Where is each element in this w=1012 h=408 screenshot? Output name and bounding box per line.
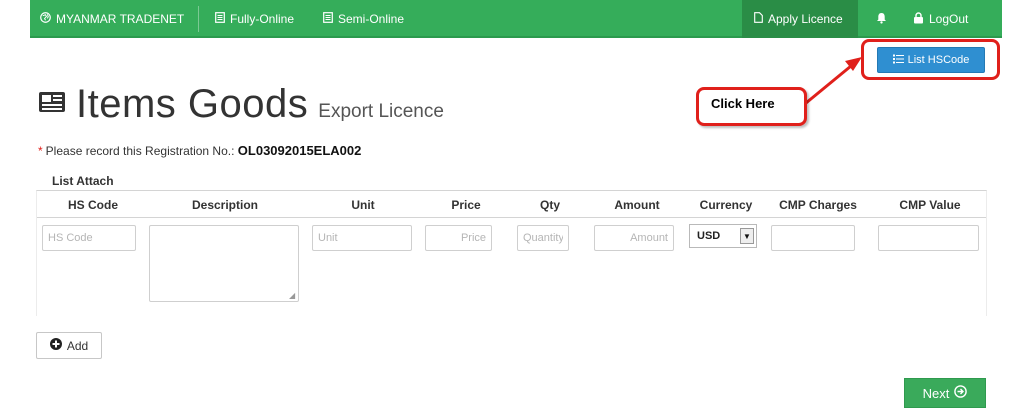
nav-divider — [198, 6, 199, 32]
file-icon — [754, 12, 763, 26]
doc-icon — [215, 12, 225, 26]
click-here-callout: Click Here — [696, 87, 807, 126]
registration-number: OL03092015ELA002 — [237, 143, 362, 158]
hs-code-input[interactable] — [42, 225, 136, 251]
col-header-cmp-value: CMP Value — [899, 198, 961, 212]
nav-semi-online-label: Semi-Online — [338, 12, 405, 26]
description-textarea[interactable] — [149, 225, 299, 302]
lock-icon — [913, 11, 924, 27]
page-heading: Items Goods Export Licence — [38, 82, 444, 127]
arrow-circle-right-icon — [954, 385, 968, 401]
registration-note: * Please record this Registration No.: OL… — [38, 143, 361, 158]
newspaper-icon — [38, 91, 66, 113]
bell-button[interactable] — [876, 0, 887, 38]
add-label: Add — [66, 338, 89, 353]
header-divider — [37, 217, 986, 218]
cmp-charges-input[interactable] — [771, 225, 855, 251]
col-header-hs-code: HS Code — [67, 198, 119, 212]
nav-fully-online[interactable]: Fully-Online — [215, 0, 294, 38]
plus-circle-icon — [49, 338, 62, 353]
qty-input[interactable] — [517, 225, 569, 251]
bell-icon — [876, 12, 887, 27]
nav-apply-licence-label: Apply Licence — [768, 12, 843, 26]
unit-input[interactable] — [312, 225, 412, 251]
cmp-value-input[interactable] — [878, 225, 979, 251]
nav-brand-label: MYANMAR TRADENET — [56, 12, 185, 26]
globe-icon — [40, 12, 51, 26]
top-navbar: MYANMAR TRADENET Fully-Online Semi-Onlin… — [30, 0, 1002, 38]
required-star: * — [38, 144, 43, 158]
currency-select[interactable]: USD ▼ — [689, 224, 757, 248]
col-header-price: Price — [451, 198, 481, 212]
col-header-amount: Amount — [614, 198, 660, 212]
nav-apply-licence[interactable]: Apply Licence — [742, 0, 858, 38]
highlight-box — [861, 39, 1000, 80]
col-header-qty: Qty — [539, 198, 561, 212]
col-header-cmp-charges: CMP Charges — [779, 198, 857, 212]
table-caption: List Attach — [52, 174, 114, 188]
price-input[interactable] — [425, 225, 492, 251]
nav-logout[interactable]: LogOut — [913, 0, 968, 38]
col-header-description: Description — [191, 198, 259, 212]
callout-text: Click Here — [711, 96, 775, 111]
col-header-unit: Unit — [351, 198, 375, 212]
nav-logout-label: LogOut — [929, 12, 969, 26]
amount-input[interactable] — [594, 225, 674, 251]
doc-icon — [323, 12, 333, 26]
nav-semi-online[interactable]: Semi-Online — [323, 0, 404, 38]
registration-text: Please record this Registration No.: — [45, 144, 235, 158]
nav-brand[interactable]: MYANMAR TRADENET — [40, 0, 184, 38]
next-label: Next — [922, 385, 950, 401]
chevron-down-icon[interactable]: ▼ — [740, 228, 754, 244]
page-title: Items Goods — [76, 82, 309, 126]
page: MYANMAR TRADENET Fully-Online Semi-Onlin… — [0, 0, 1012, 408]
col-header-currency: Currency — [699, 198, 753, 212]
resize-grip-icon[interactable]: ◢ — [289, 291, 295, 300]
add-row-button[interactable]: Add — [36, 332, 102, 359]
next-button[interactable]: Next — [904, 378, 986, 408]
nav-fully-online-label: Fully-Online — [230, 12, 295, 26]
currency-value: USD — [697, 230, 721, 242]
items-table: HS Code Description Unit Price Qty Amoun… — [36, 190, 987, 316]
page-subtitle: Export Licence — [318, 101, 444, 122]
